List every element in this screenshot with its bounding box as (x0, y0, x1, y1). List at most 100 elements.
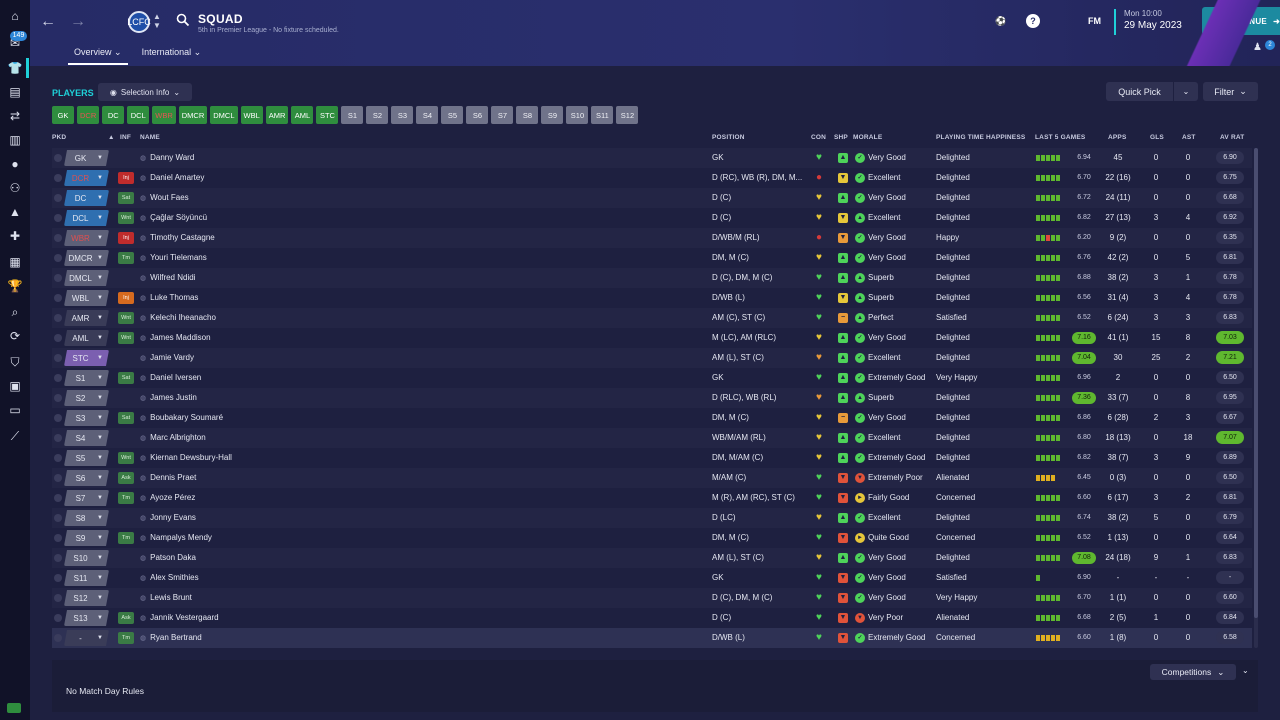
reports-icon[interactable]: ▭ (5, 402, 25, 418)
position-button-s5[interactable]: S5 (441, 106, 464, 124)
club-icon[interactable]: ⛉ (5, 354, 25, 370)
pkd-selector[interactable]: DMCR ▼ (64, 250, 109, 266)
table-row[interactable]: S13 ▼ Ask ◍ Jannik Vestergaard D (C) ♥ ▼ ▼ Very P… (52, 608, 1252, 628)
select-dot[interactable] (54, 354, 62, 362)
select-dot[interactable] (54, 474, 62, 482)
player-name[interactable]: ◍ Jonny Evans (140, 513, 196, 522)
forward-arrow-icon[interactable]: → (68, 12, 88, 32)
col-ast[interactable]: AST (1182, 134, 1196, 141)
player-name[interactable]: ◍ Alex Smithies (140, 573, 199, 582)
inf-badge[interactable]: Sat (118, 412, 134, 424)
pkd-selector[interactable]: S10 ▼ (64, 550, 109, 566)
player-name[interactable]: ◍ Nampalys Mendy (140, 533, 212, 542)
player-name[interactable]: ◍ Ayoze Pérez (140, 493, 195, 502)
table-row[interactable]: S11 ▼ ◍ Alex Smithies GK ♥ ▼ ✓ Very Good Satisfie… (52, 568, 1252, 588)
player-name[interactable]: ◍ Daniel Iversen (140, 373, 201, 382)
pkd-selector[interactable]: AMR ▼ (64, 310, 109, 326)
table-row[interactable]: WBR ▼ Inj ◍ Timothy Castagne D/WB/M (RL) ● ▼ ✓ Ve… (52, 228, 1252, 248)
select-dot[interactable] (54, 334, 62, 342)
medical-icon[interactable]: ✚ (5, 228, 25, 244)
inf-badge[interactable]: Sat (118, 192, 134, 204)
ball-settings-icon[interactable]: ⚽ (994, 14, 1008, 28)
search-icon[interactable] (176, 13, 190, 27)
player-name[interactable]: ◍ James Maddison (140, 333, 211, 342)
position-button-wbl[interactable]: WBL (240, 106, 263, 124)
position-button-wbr[interactable]: WBR (152, 106, 176, 124)
select-dot[interactable] (54, 454, 62, 462)
training-icon[interactable]: ▲ (5, 204, 25, 220)
position-button-s8[interactable]: S8 (516, 106, 539, 124)
pkd-selector[interactable]: S1 ▼ (64, 370, 109, 386)
col-happiness[interactable]: PLAYING TIME HAPPINESS (936, 134, 1025, 141)
inf-badge[interactable]: Wnt (118, 212, 134, 224)
col-morale[interactable]: MORALE (853, 134, 882, 141)
select-dot[interactable] (54, 434, 62, 442)
inf-badge[interactable]: Wnt (118, 332, 134, 344)
table-row[interactable]: S2 ▼ ◍ James Justin D (RLC), WB (RL) ♥ ▲ ▲ Super… (52, 388, 1252, 408)
pkd-selector[interactable]: WBR ▼ (64, 230, 109, 246)
select-dot[interactable] (54, 394, 62, 402)
scouting-icon[interactable]: ⌕ (5, 304, 25, 320)
position-button-dmcr[interactable]: DMCR (178, 106, 208, 124)
scrollbar-thumb[interactable] (1254, 148, 1258, 618)
inf-badge[interactable]: Tm (118, 532, 134, 544)
select-dot[interactable] (54, 314, 62, 322)
transfers-icon[interactable]: ⟳ (5, 328, 25, 344)
position-button-dcl[interactable]: DCL (127, 106, 150, 124)
select-dot[interactable] (54, 254, 62, 262)
data-icon[interactable]: ▥ (5, 132, 25, 148)
select-dot[interactable] (54, 414, 62, 422)
select-dot[interactable] (54, 214, 62, 222)
table-row[interactable]: S1 ▼ Sat ◍ Daniel Iversen GK ♥ ▲ ✓ Extremely Good… (52, 368, 1252, 388)
table-row[interactable]: S6 ▼ Ask ◍ Dennis Praet M/AM (C) ♥ ▼ ▼ Extremely … (52, 468, 1252, 488)
table-row[interactable]: STC ▼ ◍ Jamie Vardy AM (L), ST (C) ♥ ▲ ✓ Excelle… (52, 348, 1252, 368)
pkd-selector[interactable]: S2 ▼ (64, 390, 109, 406)
col-name[interactable]: NAME (140, 134, 160, 141)
inf-badge[interactable]: Sat (118, 372, 134, 384)
chevron-down-icon[interactable]: ⌄ (1174, 82, 1198, 101)
player-name[interactable]: ◍ Jamie Vardy (140, 353, 194, 362)
position-button-s9[interactable]: S9 (541, 106, 564, 124)
inf-badge[interactable]: Tm (118, 492, 134, 504)
clipboard-icon[interactable]: ▤ (5, 84, 25, 100)
inf-badge[interactable]: Inj (118, 232, 134, 244)
select-dot[interactable] (54, 514, 62, 522)
tab-overview[interactable]: Overview ⌄ (68, 44, 128, 65)
club-switch-icon[interactable]: ▲ ▼ (153, 12, 161, 30)
pkd-selector[interactable]: S5 ▼ (64, 450, 109, 466)
position-button-s3[interactable]: S3 (391, 106, 414, 124)
player-name[interactable]: ◍ Patson Daka (140, 553, 196, 562)
position-button-s10[interactable]: S10 (566, 106, 589, 124)
pkd-selector[interactable]: DCL ▼ (64, 210, 109, 226)
player-name[interactable]: ◍ Ryan Bertrand (140, 633, 202, 642)
table-row[interactable]: S5 ▼ Wnt ◍ Kiernan Dewsbury-Hall DM, M/AM (C)… (52, 448, 1252, 468)
inf-badge[interactable]: Tm (118, 252, 134, 264)
player-name[interactable]: ◍ James Justin (140, 393, 197, 402)
table-row[interactable]: DMCR ▼ Tm ◍ Youri Tielemans DM, M (C) ♥ ▲ ✓ Very … (52, 248, 1252, 268)
finances-icon[interactable]: ▣ (5, 378, 25, 394)
select-dot[interactable] (54, 554, 62, 562)
player-name[interactable]: ◍ Wilfred Ndidi (140, 273, 195, 282)
table-row[interactable]: S9 ▼ Tm ◍ Nampalys Mendy DM, M (C) ♥ ▼ ► Quite Go… (52, 528, 1252, 548)
calendar-icon[interactable]: ▦ (5, 254, 25, 270)
pkd-selector[interactable]: S13 ▼ (64, 610, 109, 626)
inf-badge[interactable]: Inj (118, 292, 134, 304)
pkd-selector[interactable]: WBL ▼ (64, 290, 109, 306)
tab-international[interactable]: International ⌄ (136, 44, 208, 61)
quick-pick-label[interactable]: Quick Pick (1106, 82, 1174, 101)
col-last5[interactable]: LAST 5 GAMES (1035, 134, 1085, 141)
position-button-s4[interactable]: S4 (416, 106, 439, 124)
pkd-selector[interactable]: S9 ▼ (64, 530, 109, 546)
position-button-s12[interactable]: S12 (616, 106, 639, 124)
back-arrow-icon[interactable]: ← (38, 12, 58, 32)
club-crest-icon[interactable]: LCFC (127, 11, 151, 33)
table-row[interactable]: S3 ▼ Sat ◍ Boubakary Soumaré DM, M (C) ♥ − ✓ Very… (52, 408, 1252, 428)
player-name[interactable]: ◍ Lewis Brunt (140, 593, 192, 602)
position-button-dc[interactable]: DC (102, 106, 125, 124)
col-apps[interactable]: APPS (1108, 134, 1127, 141)
fm-logo[interactable]: FM (1088, 16, 1101, 26)
pkd-selector[interactable]: S12 ▼ (64, 590, 109, 606)
inf-badge[interactable]: Inj (118, 172, 134, 184)
player-name[interactable]: ◍ Marc Albrighton (140, 433, 206, 442)
squad-shirt-icon[interactable]: 👕 (5, 60, 25, 76)
